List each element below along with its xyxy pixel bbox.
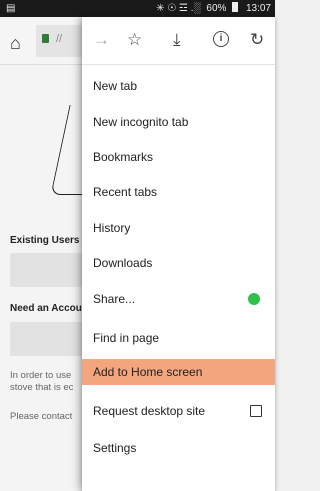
- reload-icon[interactable]: ↻: [250, 28, 264, 52]
- status-bar: ▤ ✳ ☉ ☲ .░ 60% 13:07: [0, 0, 275, 17]
- menu-item-request-desktop-label: Request desktop site: [93, 404, 206, 418]
- menu-item-settings[interactable]: Settings: [82, 433, 275, 463]
- home-icon[interactable]: ⌂: [10, 33, 21, 54]
- menu-scroll-fade: [82, 473, 275, 491]
- menu-item-share-label: Share...: [93, 292, 136, 306]
- menu-item-request-desktop-site[interactable]: Request desktop site: [82, 396, 275, 426]
- info-paragraph-line2: stove that is ec: [10, 382, 74, 393]
- forward-icon[interactable]: →: [93, 28, 110, 52]
- existing-users-heading: Existing Users: [10, 235, 80, 246]
- desktop-site-checkbox[interactable]: [250, 405, 262, 417]
- register-button-bg[interactable]: [10, 322, 90, 356]
- status-indicators: ✳ ☉ ☲ .░ 60% 13:07: [153, 0, 271, 17]
- bookmark-star-icon[interactable]: ☆: [127, 28, 142, 52]
- menu-item-add-to-home-screen[interactable]: Add to Home screen: [82, 359, 275, 385]
- download-icon[interactable]: ⤓: [173, 28, 181, 52]
- menu-item-history[interactable]: History: [82, 213, 275, 243]
- battery-icon: [232, 2, 239, 12]
- clock: 13:07: [245, 3, 271, 14]
- contact-text: Please contact: [10, 411, 73, 422]
- info-paragraph-line1: In order to use: [10, 370, 72, 381]
- battery-percent: 60%: [206, 3, 227, 14]
- overflow-menu: → ☆ ⤓ i ↻ New tab New incognito tab Book…: [82, 17, 275, 491]
- menu-item-downloads[interactable]: Downloads: [82, 248, 275, 278]
- url-text: //: [56, 33, 63, 45]
- login-button-bg[interactable]: [10, 253, 90, 287]
- menu-item-bookmarks[interactable]: Bookmarks: [82, 142, 275, 172]
- signal-icons: ✳ ☉ ☲ .░: [156, 3, 201, 14]
- menu-item-find-in-page[interactable]: Find in page: [82, 323, 275, 353]
- menu-icon-row: → ☆ ⤓ i ↻: [82, 17, 275, 65]
- info-icon[interactable]: i: [213, 31, 229, 47]
- lock-icon: [42, 34, 49, 43]
- need-account-heading: Need an Accou: [10, 303, 82, 314]
- menu-item-new-incognito-tab[interactable]: New incognito tab: [82, 107, 275, 137]
- whatsapp-icon: [248, 293, 260, 305]
- menu-item-share[interactable]: Share...: [82, 284, 275, 314]
- menu-item-recent-tabs[interactable]: Recent tabs: [82, 177, 275, 207]
- image-icon: ▤: [6, 3, 16, 14]
- menu-item-new-tab[interactable]: New tab: [82, 71, 275, 101]
